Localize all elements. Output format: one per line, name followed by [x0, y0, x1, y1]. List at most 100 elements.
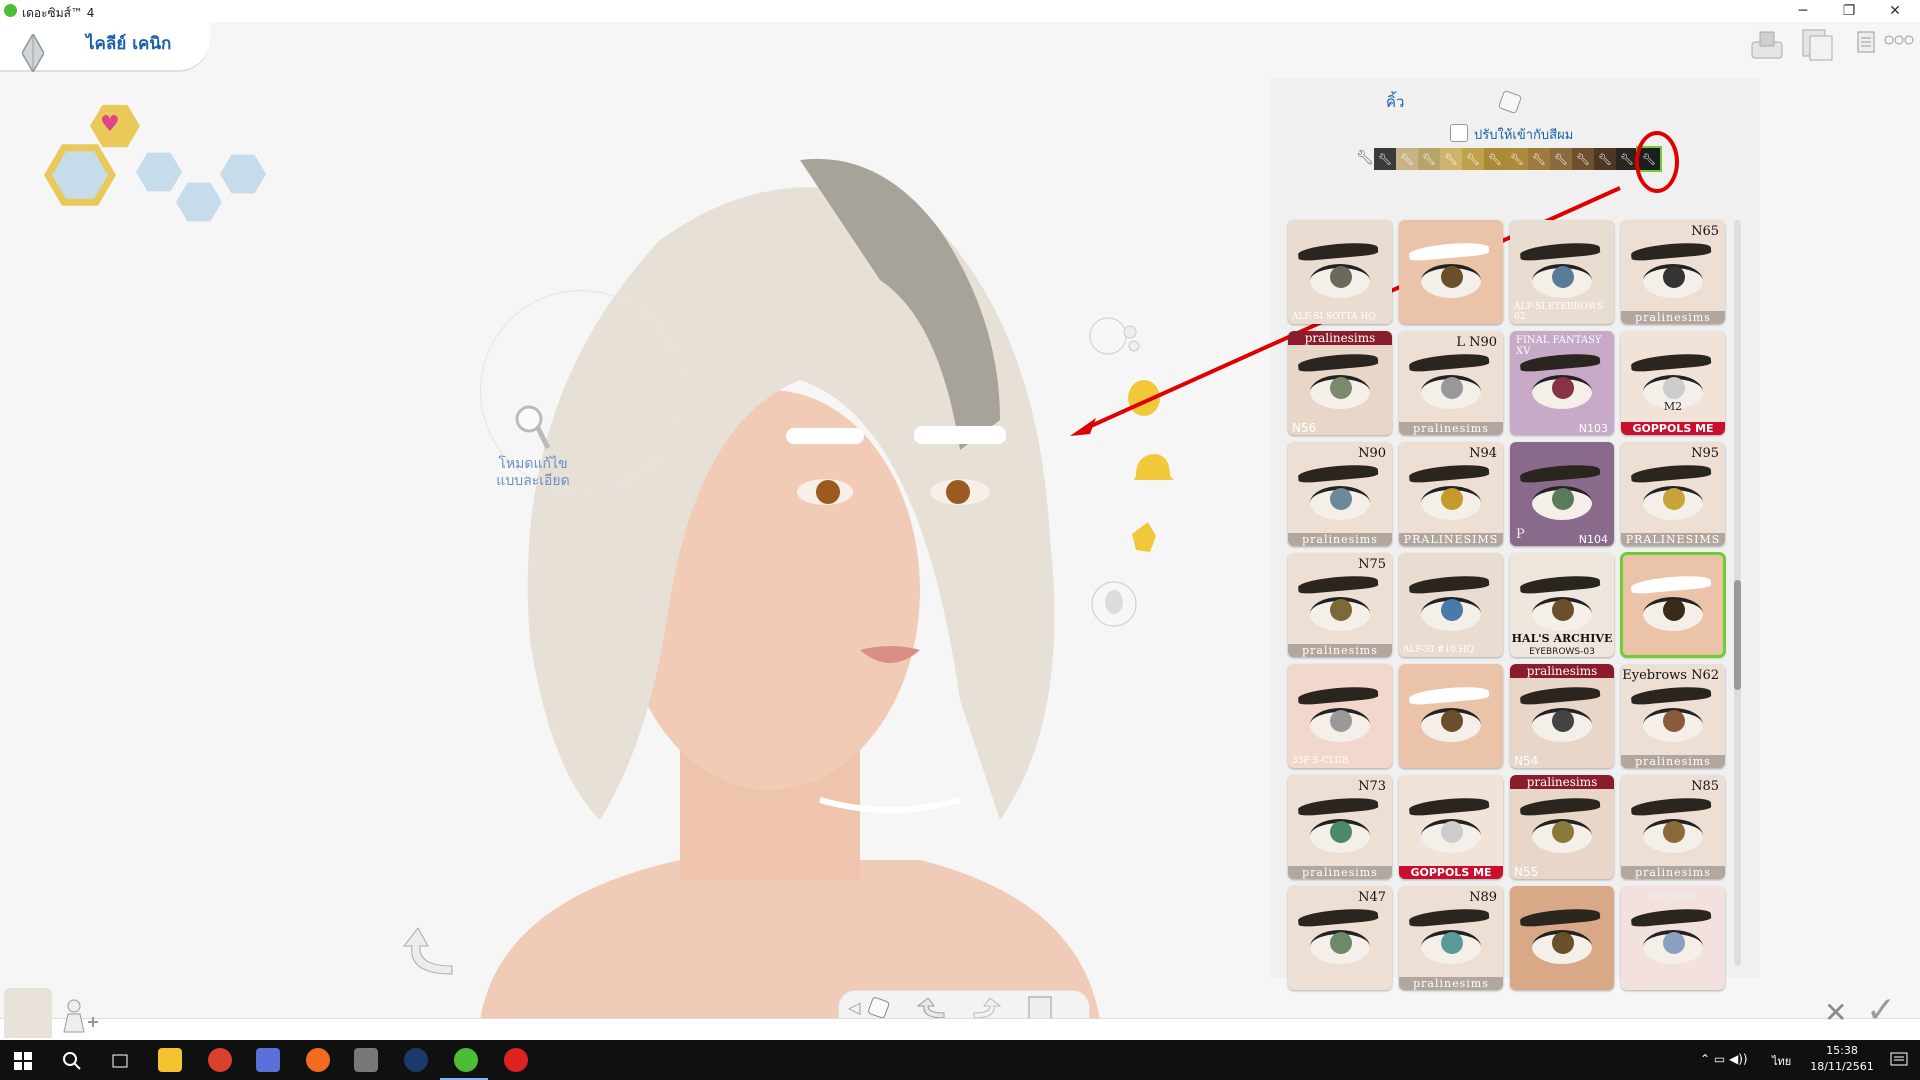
- add-sim-icon[interactable]: [60, 996, 100, 1036]
- color-swatch[interactable]: 🔧︎: [1440, 148, 1462, 170]
- gallery-download-icon[interactable]: [1750, 30, 1784, 60]
- sim-avatar[interactable]: [4, 988, 52, 1038]
- menu-icon[interactable]: [1856, 30, 1876, 54]
- clock-time[interactable]: 15:38: [1812, 1044, 1872, 1057]
- eyebrow-swatch-tile[interactable]: pralinesims N54: [1510, 664, 1614, 768]
- tile-sublabel: N55: [1514, 865, 1539, 879]
- iris-preview: [1663, 377, 1685, 399]
- eyebrow-swatch-tile[interactable]: P N104: [1510, 442, 1614, 546]
- more-options-icon[interactable]: [1884, 34, 1914, 46]
- close-window-button[interactable]: ✕: [1872, 0, 1918, 22]
- household-bar: [0, 1018, 1920, 1041]
- eyebrow-swatch-tile[interactable]: ALF-SI SOTTA HQ: [1288, 220, 1392, 324]
- glasses-icon[interactable]: [1126, 514, 1170, 558]
- eyebrow-swatch-tile[interactable]: ALF-SI #10 HQ: [1399, 553, 1503, 657]
- tile-label: Eyebrows N62: [1622, 668, 1719, 683]
- steam-icon[interactable]: [404, 1048, 428, 1072]
- tile-label: N90: [1358, 446, 1386, 461]
- randomize-icon[interactable]: [866, 996, 892, 1020]
- iris-preview: [1441, 599, 1463, 621]
- eyebrow-swatch-tile[interactable]: FINAL FANTASY XV N103: [1510, 331, 1614, 435]
- tray-icons[interactable]: ⌃ ▭ ◀)): [1700, 1052, 1748, 1066]
- clothes-hex-icon[interactable]: [220, 154, 266, 194]
- match-hair-checkbox[interactable]: [1450, 124, 1468, 142]
- eyebrow-swatch-tile[interactable]: Eyebrows N62 pralinesims: [1621, 664, 1725, 768]
- tile-label: pralinesims: [1288, 331, 1392, 345]
- grid-scroll-thumb[interactable]: [1734, 580, 1741, 690]
- eyebrow-swatch-tile[interactable]: N89 pralinesims: [1399, 886, 1503, 990]
- color-swatch[interactable]: 🔧︎: [1528, 148, 1550, 170]
- plumbob-icon[interactable]: [22, 34, 44, 72]
- minimize-button[interactable]: ─: [1780, 0, 1826, 22]
- household-management-icon[interactable]: [1800, 26, 1834, 62]
- file-explorer-icon[interactable]: [158, 1048, 182, 1072]
- confirm-cas-button[interactable]: ✓: [1866, 990, 1896, 1031]
- origin-icon[interactable]: [306, 1048, 330, 1072]
- toolbar-expand-icon[interactable]: ◁: [848, 998, 860, 1017]
- eyebrow-preview: [1630, 462, 1712, 484]
- eyebrow-preview: [1519, 240, 1601, 262]
- eyebrow-swatch-tile[interactable]: M2 GOPPOLS ME: [1621, 331, 1725, 435]
- eyebrow-swatch-tile[interactable]: N94 PRALINESIMS: [1399, 442, 1503, 546]
- eyebrow-preview: [1519, 795, 1601, 817]
- eyebrow-swatch-tile[interactable]: HAL'S ARCHIVE EYEBROWS-03: [1510, 553, 1614, 657]
- color-swatch[interactable]: 🔧︎: [1418, 148, 1440, 170]
- iris-preview: [1552, 377, 1574, 399]
- grid-scrollbar[interactable]: [1734, 220, 1741, 966]
- color-swatch[interactable]: 🔧︎: [1572, 148, 1594, 170]
- eyebrow-swatch-tile[interactable]: [1510, 886, 1614, 990]
- eyebrow-swatch-tile[interactable]: [1399, 664, 1503, 768]
- eyebrow-swatch-tile[interactable]: N95 PRALINESIMS: [1621, 442, 1725, 546]
- color-swatch[interactable]: 🔧︎: [1462, 148, 1484, 170]
- outfit-hex-icon[interactable]: [136, 152, 182, 192]
- cancel-cas-button[interactable]: ✕: [1824, 996, 1847, 1029]
- eyebrow-swatch-tile[interactable]: ALF-SI EYEBROWS 02: [1510, 220, 1614, 324]
- eyebrow-preview: [1297, 351, 1379, 373]
- color-swatch[interactable]: 🔧︎: [1396, 148, 1418, 170]
- eyebrow-swatch-tile[interactable]: N65 pralinesims: [1621, 220, 1725, 324]
- eyebrow-swatch-tile[interactable]: [1620, 552, 1726, 658]
- detail-mode-toggle[interactable]: โหมดแก้ไข แบบละเอียด: [488, 404, 578, 490]
- eyebrow-swatch-tile[interactable]: N73 pralinesims: [1288, 775, 1392, 879]
- hat-icon[interactable]: [1130, 448, 1176, 488]
- sim-name[interactable]: ไคลีย์ เคนิก: [86, 30, 171, 57]
- clock-date[interactable]: 18/11/2561: [1802, 1060, 1882, 1073]
- color-swatch[interactable]: 🔧︎: [1374, 148, 1396, 170]
- eyebrow-swatch-tile[interactable]: N90 pralinesims: [1288, 442, 1392, 546]
- iris-preview: [1663, 488, 1685, 510]
- eyebrow-preview: [1408, 573, 1490, 595]
- task-view-icon[interactable]: [110, 1051, 130, 1071]
- eyebrow-swatch-tile[interactable]: N47: [1288, 886, 1392, 990]
- windows-start-icon[interactable]: [14, 1052, 32, 1070]
- tab-eyebrows[interactable]: คิ้ว: [1386, 90, 1404, 114]
- eyebrow-swatch-tile[interactable]: pralinesims N56: [1288, 331, 1392, 435]
- chrome-icon[interactable]: [208, 1048, 232, 1072]
- color-swatch[interactable]: 🔧︎: [1550, 148, 1572, 170]
- eyebrow-swatch-tile[interactable]: 33F S-CLUB: [1288, 664, 1392, 768]
- color-swatch[interactable]: 🔧︎: [1484, 148, 1506, 170]
- eyebrow-swatch-tile[interactable]: sm-sim: [1621, 886, 1725, 990]
- magnifier-icon: [515, 405, 551, 450]
- head-detail-icon[interactable]: [1090, 578, 1138, 630]
- eyebrow-swatch-tile[interactable]: L N90 pralinesims: [1399, 331, 1503, 435]
- search-icon[interactable]: [62, 1051, 82, 1071]
- random-dice-icon[interactable]: [1498, 90, 1522, 114]
- tray-app-icon[interactable]: [354, 1048, 378, 1072]
- color-swatch[interactable]: 🔧︎: [1594, 148, 1616, 170]
- color-swatch[interactable]: 🔧︎: [1506, 148, 1528, 170]
- eyebrow-swatch-tile[interactable]: N75 pralinesims: [1288, 553, 1392, 657]
- sims4-taskbar-icon[interactable]: [454, 1048, 478, 1072]
- screen-recorder-icon[interactable]: [504, 1048, 528, 1072]
- rotate-back-icon[interactable]: [398, 924, 462, 982]
- eyebrow-swatch-tile[interactable]: N85 pralinesims: [1621, 775, 1725, 879]
- tile-label: ALF-SI #10 HQ: [1403, 645, 1475, 655]
- discord-icon[interactable]: [256, 1048, 280, 1072]
- eyebrow-swatch-tile[interactable]: GOPPOLS ME: [1399, 775, 1503, 879]
- traits-hex-icon[interactable]: [176, 182, 222, 222]
- eyebrow-swatch-tile[interactable]: [1399, 220, 1503, 324]
- eyebrow-swatch-tile[interactable]: pralinesims N55: [1510, 775, 1614, 879]
- eyebrow-preview: [1408, 795, 1490, 817]
- input-language[interactable]: ไทย: [1772, 1052, 1791, 1070]
- restore-button[interactable]: ❐: [1826, 0, 1872, 22]
- notification-icon[interactable]: [1890, 1052, 1908, 1068]
